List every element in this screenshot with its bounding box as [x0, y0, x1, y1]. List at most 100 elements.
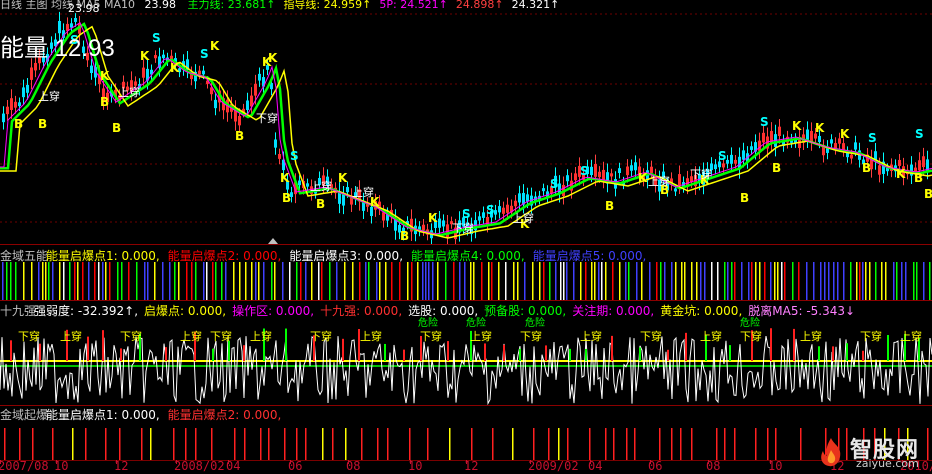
energy-bar: [612, 262, 614, 300]
energy-bar: [174, 262, 176, 300]
ignition-bar: [605, 428, 607, 460]
ignition-bar: [533, 428, 535, 460]
energy-bar: [48, 262, 50, 300]
ignition-bar: [284, 428, 286, 460]
energy-bar: [539, 262, 541, 300]
signal-buy: B: [740, 191, 749, 205]
signal-buy: B: [14, 117, 23, 131]
ignition-bar: [296, 428, 298, 460]
operation-bar: [585, 349, 587, 361]
energy-bar: [239, 262, 241, 300]
energy-bar: [862, 262, 864, 300]
energy-bar: [481, 262, 483, 300]
energy-bar: [770, 262, 772, 300]
candle-body: [810, 130, 813, 143]
operation-bar: [447, 341, 449, 361]
operation-bar: [862, 350, 864, 361]
signal-k: K: [140, 49, 150, 63]
price-tag: 23.98: [68, 2, 100, 15]
ignition-bar: [512, 428, 514, 460]
candle-body: [498, 206, 501, 213]
candle-body: [898, 159, 901, 166]
energy-bar: [453, 262, 455, 300]
energy-bar: [498, 262, 500, 300]
candle-body: [602, 169, 605, 181]
panel4-bar-chart[interactable]: [0, 420, 932, 460]
panel2-indicator-item-3: 能量启爆点4: 0.000,: [411, 249, 525, 263]
energy-bar: [154, 262, 156, 300]
energy-bar: [296, 262, 298, 300]
ignition-bar: [52, 428, 54, 460]
signal-sell: S: [462, 207, 471, 221]
energy-bar: [549, 262, 551, 300]
panel-triangle-icon[interactable]: [268, 238, 278, 244]
operation-bar: [503, 344, 505, 361]
candle-body: [214, 99, 217, 109]
signal-k: K: [638, 171, 648, 185]
operation-bar: [484, 343, 486, 361]
energy-bar: [605, 262, 607, 300]
energy-bar: [711, 262, 713, 300]
panel2-indicator-item-0: 能量启爆点1: 0.000,: [46, 249, 160, 263]
candle-body: [634, 162, 637, 171]
signal-sell: S: [152, 31, 161, 45]
energy-bar: [681, 262, 683, 300]
candle-body: [842, 143, 845, 151]
panel2-indicators: 能量启爆点1: 0.000, 能量启爆点2: 0.000, 能量启爆点3: 0.00…: [46, 249, 654, 263]
signal-k: K: [338, 171, 348, 185]
panel3-oscillator-chart[interactable]: 下穿 上穿 下穿 上穿 下穿 上穿 下穿 上穿 下穿 上穿 下穿 上穿 下穿 上穿 下穿 上穿 下穿 上穿危险 危险…: [0, 316, 932, 406]
candle-body: [730, 154, 733, 164]
energy-bar: [318, 262, 320, 300]
energy-bar: [221, 262, 223, 300]
candle-body: [162, 54, 165, 59]
signal-tag: 上穿: [580, 329, 602, 343]
energy-bar: [411, 262, 413, 300]
candle-body: [762, 132, 765, 143]
energy-bar: [77, 262, 79, 300]
ignition-bar: [626, 428, 628, 460]
main-price-chart[interactable]: B BSKBSKKSBKKSB BKKBK S SKSSBKBKSBSBK K K SB KSB…: [0, 0, 932, 244]
candle-body: [918, 160, 921, 171]
candle-body: [830, 139, 833, 144]
energy-bar: [300, 262, 302, 300]
energy-bar: [470, 262, 472, 300]
ignition-bar: [150, 428, 152, 460]
candle-body: [598, 171, 601, 178]
operation-bar: [685, 332, 687, 361]
ignition-bar: [589, 428, 591, 460]
candle-body: [254, 83, 257, 96]
energy-bar: [147, 262, 149, 300]
operation-bar: [39, 343, 41, 361]
signal-k: K: [100, 69, 110, 83]
energy-bar: [282, 262, 284, 300]
candle-body: [518, 193, 521, 203]
energy-bar: [777, 262, 779, 300]
energy-bar: [649, 262, 651, 300]
energy-bar: [432, 262, 434, 300]
panel2-bar-chart[interactable]: [0, 262, 932, 300]
signal-tag: 上穿: [250, 329, 272, 343]
candle-body: [714, 164, 717, 170]
ignition-bar: [767, 428, 769, 460]
operation-bar: [519, 348, 521, 361]
energy-bar: [15, 262, 17, 300]
energy-bar: [98, 262, 100, 300]
signal-tag: 上穿: [900, 329, 922, 343]
x-tick-mark-10: [590, 460, 591, 464]
candle-body: [850, 154, 853, 159]
energy-bar: [524, 262, 526, 300]
ignition-bar: [332, 428, 334, 460]
energy-bar: [901, 262, 903, 300]
energy-bar: [784, 262, 786, 300]
candle-body: [154, 55, 157, 59]
x-tick-mark-11: [650, 460, 651, 464]
energy-bar: [505, 262, 507, 300]
energy-bar: [513, 262, 515, 300]
energy-bar: [913, 262, 915, 300]
danger-tag: 危险: [740, 316, 760, 329]
energy-bar: [875, 262, 877, 300]
signal-sell: S: [580, 164, 589, 178]
energy-bar: [893, 262, 895, 300]
signal-cross-label: 上穿: [512, 211, 534, 225]
ignition-bar: [173, 428, 175, 460]
